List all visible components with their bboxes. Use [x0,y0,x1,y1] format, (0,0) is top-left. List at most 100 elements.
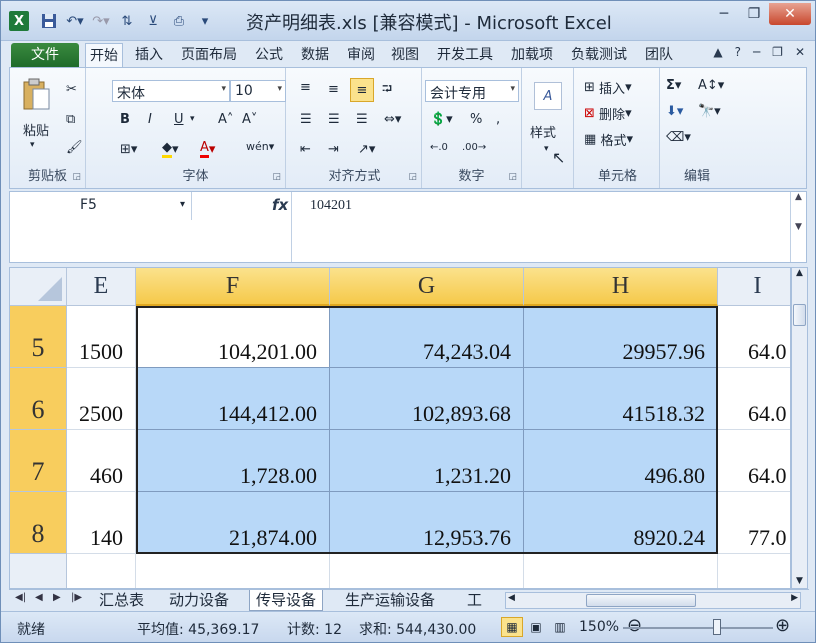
help-icon[interactable]: ▲ [713,45,722,59]
paste-icon[interactable] [20,76,52,112]
wrap-text-icon[interactable]: ⮒ [382,80,392,102]
row-header-empty[interactable] [10,554,67,588]
decrease-indent-icon[interactable]: ⇤ [300,142,311,157]
tab-file[interactable]: 文件 [11,43,79,67]
cell-h6[interactable]: 41518.32 [524,368,718,430]
minimize-icon[interactable]: ─ [709,3,739,25]
row-header-5[interactable]: 5 [10,306,67,368]
tab-addins[interactable]: 加载项 [507,43,557,67]
scroll-left-icon[interactable]: ◀ [508,593,515,603]
number-launcher-icon[interactable]: ◲ [508,172,517,182]
tab-page-layout[interactable]: 页面布局 [177,43,241,67]
tab-team[interactable]: 团队 [641,43,677,67]
font-color-icon[interactable]: A ▾ [200,140,215,158]
cell-e6[interactable]: 2500 [67,368,136,430]
orientation-icon[interactable]: ↗▾ [358,142,375,157]
cell-f5[interactable]: 104,201.00 [136,306,330,368]
shrink-font-icon[interactable]: A˅ [242,112,257,127]
increase-indent-icon[interactable]: ⇥ [328,142,339,157]
find-select-icon[interactable]: 🔭▾ [698,104,721,119]
sheet-tab-more[interactable]: 工 [461,590,488,611]
zoom-slider[interactable] [623,627,773,629]
customize-qat-icon[interactable]: ▾ [195,11,215,31]
bold-button[interactable]: B [120,112,130,127]
sheet-tab-summary[interactable]: 汇总表 [93,590,150,611]
sheet-tab-production-transport[interactable]: 生产运输设备 [339,590,441,611]
cell-e7[interactable]: 460 [67,430,136,492]
decrease-decimal-icon[interactable]: .00→ [462,142,486,153]
cell-h8[interactable]: 8920.24 [524,492,718,554]
first-sheet-icon[interactable]: ◀| [15,592,26,603]
tab-view[interactable]: 视图 [387,43,423,67]
column-header-i[interactable]: I [718,268,790,306]
scroll-down-icon[interactable]: ▼ [792,576,807,586]
restore-icon[interactable]: ❐ [739,3,769,25]
filter-icon[interactable]: ⊻ [143,11,163,31]
cell-i7[interactable]: 64.0 [718,430,790,492]
save-icon[interactable] [39,11,59,31]
zoom-in-icon[interactable]: ⊕ [775,615,790,636]
autosum-button[interactable]: Σ ▾ [666,78,681,93]
align-center-icon[interactable]: ☰ [328,112,340,127]
row-header-6[interactable]: 6 [10,368,67,430]
fill-color-icon[interactable]: ◆ ▾ [162,140,179,158]
align-left-icon[interactable]: ☰ [300,112,312,127]
worksheet-grid[interactable]: EFGHI 5 1500 104,201.00 74,243.04 29957.96 64… [9,267,791,589]
cell-f7[interactable]: 1,728.00 [136,430,330,492]
prev-sheet-icon[interactable]: ◀ [35,592,43,603]
format-cells-button[interactable]: ▦ 格式 ▾ [584,130,633,149]
cell-h5[interactable]: 29957.96 [524,306,718,368]
styles-icon[interactable]: A [534,82,562,110]
doc-minimize-icon[interactable]: ─ [753,45,760,59]
vertical-scrollbar[interactable]: ▲ ▼ [791,267,808,589]
excel-logo-icon[interactable]: X [9,11,29,31]
zoom-out-icon[interactable]: ⊖ [627,615,642,636]
formula-bar-scroll[interactable]: ▲ ▼ [790,192,806,262]
scroll-up-icon[interactable]: ▲ [792,268,807,278]
align-middle-icon[interactable]: ≡ [328,82,339,97]
increase-decimal-icon[interactable]: ←.0 [430,142,448,153]
doc-close-icon[interactable]: ✕ [795,45,805,59]
cell-h7[interactable]: 496.80 [524,430,718,492]
cell-i8[interactable]: 77.0 [718,492,790,554]
accounting-format-icon[interactable]: 💲▾ [430,112,453,127]
cell-e5[interactable]: 1500 [67,306,136,368]
column-header-h[interactable]: H [524,268,718,306]
underline-button[interactable]: U [174,112,184,127]
page-layout-view-icon[interactable]: ▣ [525,617,547,637]
zoom-slider-thumb[interactable] [713,619,721,635]
scroll-right-icon[interactable]: ▶ [791,593,798,603]
clear-icon[interactable]: ⌫▾ [666,130,691,145]
last-sheet-icon[interactable]: |▶ [71,592,82,603]
percent-button[interactable]: % [470,112,482,127]
cell-empty[interactable] [67,554,136,588]
cell-g6[interactable]: 102,893.68 [330,368,524,430]
align-right-icon[interactable]: ☰ [356,112,368,127]
cell-i6[interactable]: 64.0 [718,368,790,430]
clipboard-launcher-icon[interactable]: ◲ [72,172,81,182]
close-icon[interactable]: ✕ [769,3,811,25]
row-header-7[interactable]: 7 [10,430,67,492]
cell-f6[interactable]: 144,412.00 [136,368,330,430]
next-sheet-icon[interactable]: ▶ [53,592,61,603]
column-header-f[interactable]: F [136,268,330,306]
number-format-select[interactable]: 会计专用 ▾ [425,80,519,102]
sort-icon[interactable]: ⇅ [117,11,137,31]
italic-button[interactable]: I [148,112,152,127]
cell-empty[interactable] [136,554,330,588]
vertical-scroll-thumb[interactable] [793,304,806,326]
fill-icon[interactable]: ⬇▾ [666,104,683,119]
sheet-tab-power[interactable]: 动力设备 [163,590,235,611]
font-name-select[interactable]: 宋体 ▾ [112,80,230,102]
horizontal-scrollbar[interactable]: ◀ ▶ [505,592,801,609]
cell-empty[interactable] [524,554,718,588]
cell-f8[interactable]: 21,874.00 [136,492,330,554]
align-bottom-icon[interactable]: ≡ [350,78,374,102]
zoom-level[interactable]: 150% [579,619,619,635]
grow-font-icon[interactable]: A˄ [218,112,233,127]
formula-input[interactable]: 104201 [310,198,352,214]
page-break-view-icon[interactable]: ▥ [549,617,571,637]
comma-style-icon[interactable]: , [496,112,500,127]
chevron-down-icon[interactable]: ▾ [180,199,185,210]
delete-cells-button[interactable]: ⊠ 删除 ▾ [584,104,632,123]
